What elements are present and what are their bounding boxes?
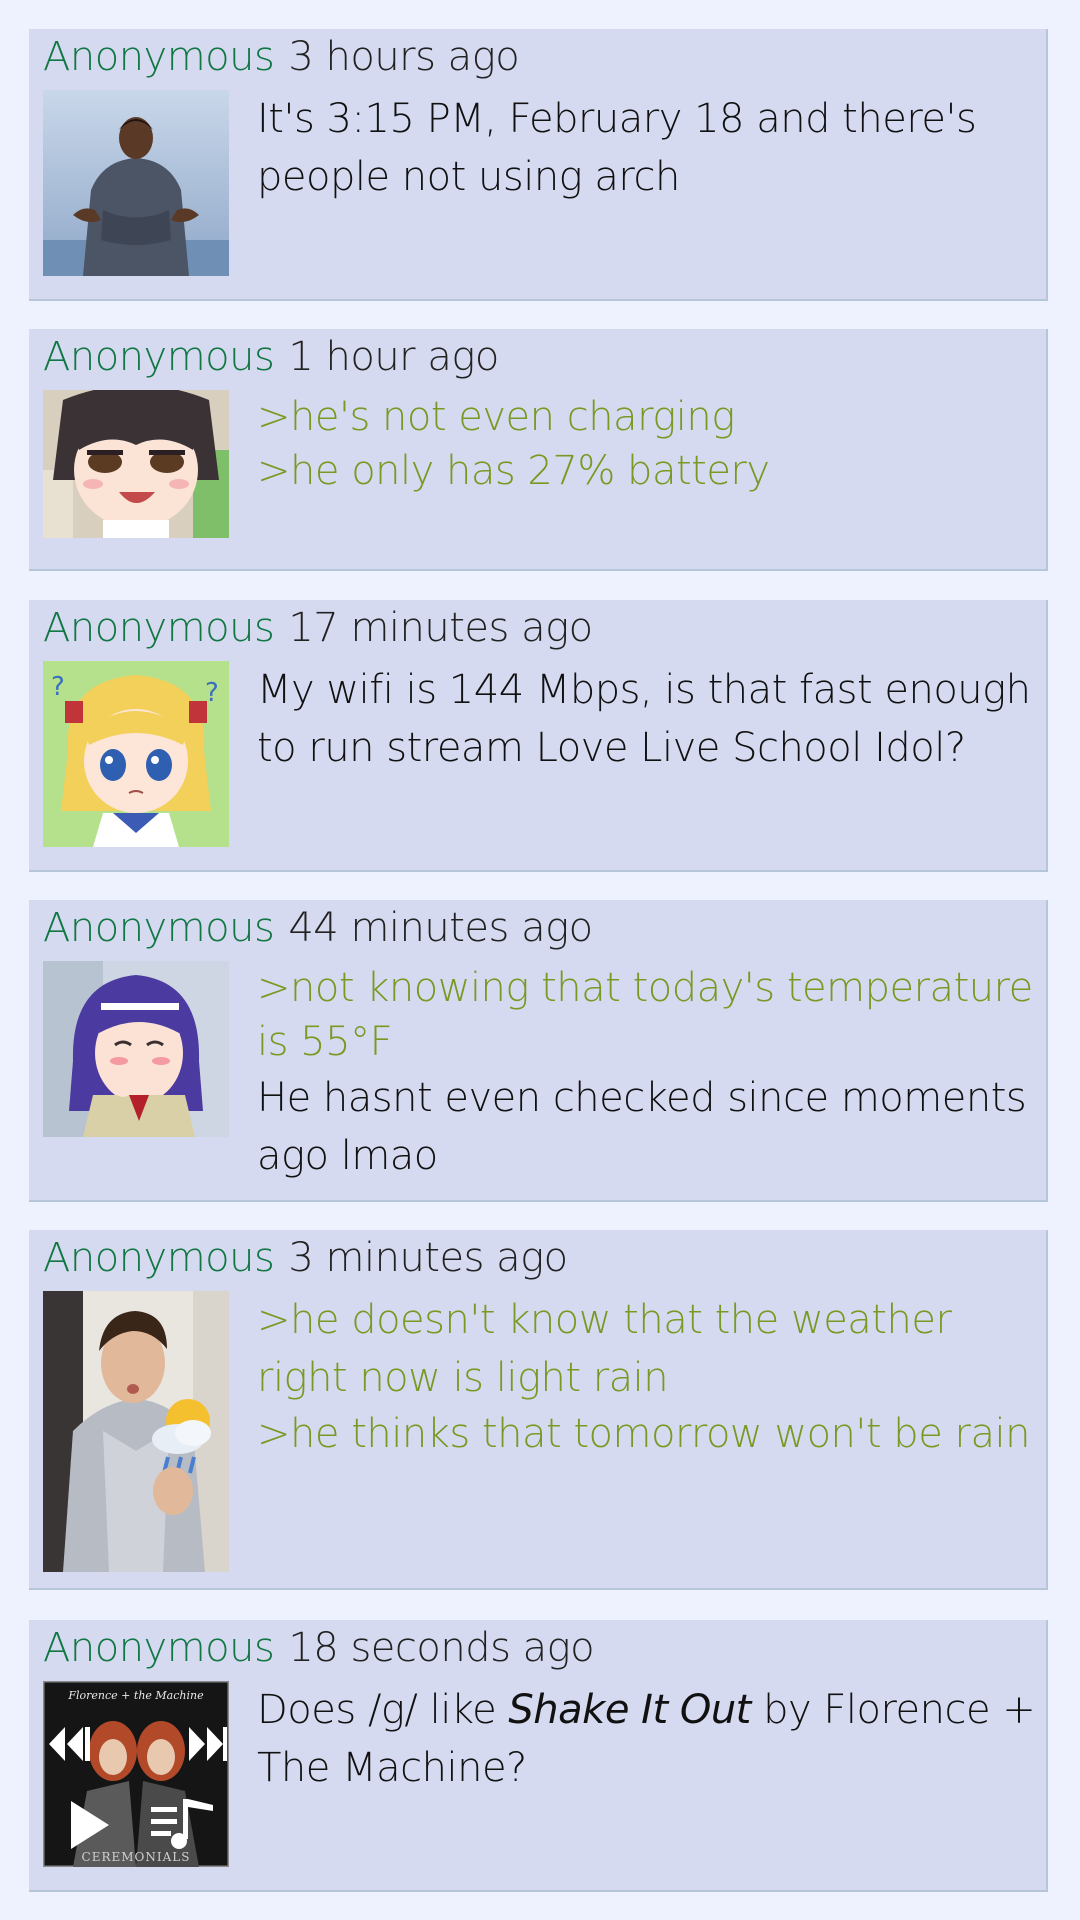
post-thumbnail[interactable] bbox=[43, 961, 229, 1137]
post-body: >he doesn't know that the weather right … bbox=[257, 1291, 1042, 1461]
post-body: It's 3:15 PM, February 18 and there's pe… bbox=[257, 90, 1042, 206]
man-holding-weather-icon-image bbox=[43, 1291, 229, 1572]
post: Anonymous 18 seconds ago Florence + the M… bbox=[29, 1620, 1048, 1892]
post-author[interactable]: Anonymous bbox=[43, 605, 275, 651]
greentext-line: >he doesn't know that the weather right … bbox=[257, 1297, 952, 1401]
post-body: >not knowing that today's temperature is… bbox=[257, 961, 1042, 1185]
post-thumbnail[interactable] bbox=[43, 1291, 229, 1572]
post-header: Anonymous 1 hour ago bbox=[43, 333, 499, 381]
post-header: Anonymous 17 minutes ago bbox=[43, 604, 593, 652]
svg-text:?: ? bbox=[51, 672, 65, 702]
greentext-line: >he thinks that tomorrow won't be rain bbox=[257, 1411, 1030, 1457]
post-header: Anonymous 44 minutes ago bbox=[43, 904, 593, 952]
man-in-hoodie-image bbox=[43, 90, 229, 276]
post-body: Does /g/ like Shake It Out by Florence +… bbox=[257, 1681, 1042, 1797]
post-thumbnail[interactable]: ? ? bbox=[43, 661, 229, 847]
post-text: It's 3:15 PM, February 18 and there's pe… bbox=[257, 96, 977, 200]
post-author[interactable]: Anonymous bbox=[43, 34, 275, 80]
post-timestamp: 44 minutes ago bbox=[288, 905, 593, 951]
post-body: >he's not even charging >he only has 27%… bbox=[257, 390, 1042, 498]
confused-anime-girl-image: ? ? bbox=[43, 661, 229, 847]
post-header: Anonymous 3 minutes ago bbox=[43, 1234, 568, 1282]
post-author[interactable]: Anonymous bbox=[43, 1235, 275, 1281]
post: Anonymous 3 minutes ago >he doesn't know … bbox=[29, 1230, 1048, 1590]
post-author[interactable]: Anonymous bbox=[43, 905, 275, 951]
album-cover-image: Florence + the Machine CEREMONIALS bbox=[43, 1681, 229, 1867]
post-text: Does /g/ like Shake It Out by Florence +… bbox=[257, 1681, 1042, 1797]
smug-anime-girl-image bbox=[43, 390, 229, 538]
post-body: My wifi is 144 Mbps, is that fast enough… bbox=[257, 661, 1042, 777]
svg-text:?: ? bbox=[205, 678, 219, 708]
post-timestamp: 3 hours ago bbox=[288, 34, 520, 80]
song-title: Shake It Out bbox=[508, 1687, 751, 1733]
post-timestamp: 3 minutes ago bbox=[288, 1235, 568, 1281]
post-thumbnail[interactable] bbox=[43, 90, 229, 276]
post-author[interactable]: Anonymous bbox=[43, 1625, 275, 1671]
post-thumbnail[interactable]: Florence + the Machine CEREMONIALS bbox=[43, 1681, 229, 1867]
post-header: Anonymous 18 seconds ago bbox=[43, 1624, 595, 1672]
post-text: He hasnt even checked since moments ago … bbox=[257, 1075, 1027, 1179]
post: Anonymous 3 hours ago It's 3:15 PM, Febr… bbox=[29, 29, 1048, 301]
album-band-text: Florence + the Machine bbox=[67, 1689, 204, 1702]
post-timestamp: 1 hour ago bbox=[288, 334, 499, 380]
post: Anonymous 17 minutes ago ? ? My wifi is … bbox=[29, 600, 1048, 872]
greentext-line: >he's not even charging bbox=[257, 394, 735, 440]
album-title-text: CEREMONIALS bbox=[82, 1850, 191, 1864]
post-header: Anonymous 3 hours ago bbox=[43, 33, 520, 81]
greentext-line: >he only has 27% battery bbox=[257, 448, 770, 494]
post-thumbnail[interactable] bbox=[43, 390, 229, 538]
post-timestamp: 17 minutes ago bbox=[288, 605, 593, 651]
post-text: My wifi is 144 Mbps, is that fast enough… bbox=[257, 667, 1031, 771]
post-text-part: Does /g/ like bbox=[257, 1687, 509, 1733]
post-timestamp: 18 seconds ago bbox=[288, 1625, 595, 1671]
post: Anonymous 1 hour ago >he's not even char… bbox=[29, 329, 1048, 571]
greentext-line: >not knowing that today's temperature is… bbox=[257, 965, 1033, 1065]
laughing-anime-girl-image bbox=[43, 961, 229, 1137]
post-feed: Anonymous 3 hours ago It's 3:15 PM, Febr… bbox=[0, 0, 1080, 1920]
post-author[interactable]: Anonymous bbox=[43, 334, 275, 380]
post: Anonymous 44 minutes ago >not knowing tha… bbox=[29, 900, 1048, 1202]
